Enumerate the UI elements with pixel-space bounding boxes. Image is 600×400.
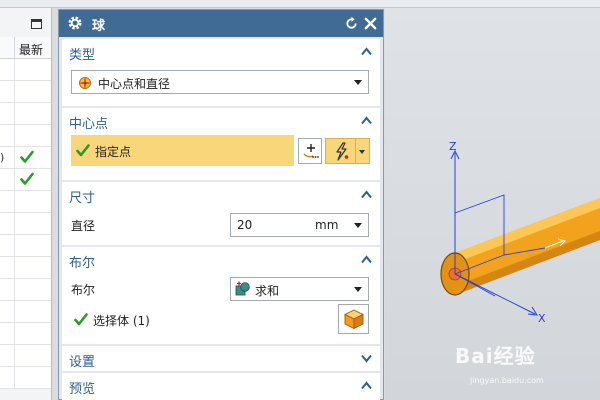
dialog-title: 球 xyxy=(92,19,106,34)
diameter-field[interactable]: 20 mm xyxy=(230,213,369,237)
boolean-section-title: 布尔 xyxy=(69,256,96,271)
type-dropdown[interactable]: 中心点和直径 xyxy=(71,70,369,94)
navigator-row[interactable] xyxy=(0,367,51,389)
baidu-watermark: Bai经验 xyxy=(455,340,536,369)
type-section-header[interactable]: 类型 xyxy=(62,39,380,65)
boolean-section: 布尔 布尔 求和 选择体 (1) xyxy=(62,247,380,344)
diameter-unit: mm xyxy=(315,218,339,232)
dialog-titlebar: 球 xyxy=(59,10,383,37)
boolean-dropdown-value: 求和 xyxy=(255,284,280,298)
diameter-value[interactable]: 20 xyxy=(237,218,252,232)
navigator-row[interactable] xyxy=(0,345,51,367)
navigator-row[interactable] xyxy=(0,323,51,345)
point-type-dropdown[interactable] xyxy=(356,138,370,164)
watermark-text: Bai经验 xyxy=(455,344,536,368)
specify-point-label: 指定点 xyxy=(95,145,132,159)
navigator-row[interactable] xyxy=(0,235,51,257)
navigator-row[interactable] xyxy=(0,213,51,235)
navigator-row[interactable] xyxy=(0,169,51,191)
up-to-date-check-icon xyxy=(20,150,34,163)
inferred-point-button[interactable] xyxy=(325,138,356,164)
diameter-label: 直径 xyxy=(71,219,96,233)
collapse-caret-icon[interactable] xyxy=(361,381,372,390)
size-section-header[interactable]: 尺寸 xyxy=(62,182,380,208)
center-section: 中心点 指定点 xyxy=(62,108,380,180)
navigator-row[interactable] xyxy=(0,301,51,323)
column-header-latest[interactable]: 最新 xyxy=(19,41,43,58)
navigator-row[interactable] xyxy=(0,103,51,125)
close-icon[interactable] xyxy=(363,16,378,31)
unite-icon xyxy=(235,281,250,296)
inferred-point-icon xyxy=(336,142,349,161)
part-navigator-panel: 最新 ) xyxy=(0,8,52,400)
collapse-caret-icon[interactable] xyxy=(361,47,372,56)
settings-section-title: 设置 xyxy=(69,355,96,370)
navigator-row[interactable] xyxy=(0,59,51,81)
navigator-row[interactable] xyxy=(0,81,51,103)
check-icon xyxy=(74,313,88,326)
top-toolbar-strip xyxy=(0,0,600,8)
select-body-button[interactable] xyxy=(338,304,369,334)
dropdown-arrow-icon xyxy=(354,80,362,85)
select-body-label[interactable]: 选择体 (1) xyxy=(93,312,150,329)
maximize-icon[interactable] xyxy=(31,19,42,29)
size-section: 尺寸 直径 20 mm xyxy=(62,182,380,245)
z-axis-label: Z xyxy=(449,140,457,153)
navigator-row[interactable] xyxy=(0,279,51,301)
center-point-type-icon xyxy=(79,77,91,89)
navigator-row[interactable] xyxy=(0,125,51,147)
expand-caret-icon[interactable] xyxy=(361,354,372,363)
x-axis-label: X xyxy=(538,312,546,325)
collapse-caret-icon[interactable] xyxy=(361,116,372,125)
sphere-dialog: 球 类型 中心点和直径 中心点 指定点 尺寸 直径 20 mm 布尔 布尔 求和… xyxy=(58,9,384,400)
navigator-row[interactable]: ) xyxy=(0,147,51,169)
navigator-titlebar xyxy=(0,8,51,37)
preview-section[interactable]: 预览 xyxy=(62,373,380,400)
collapse-caret-icon[interactable] xyxy=(361,255,372,264)
navigator-row[interactable] xyxy=(0,191,51,213)
dropdown-arrow-icon xyxy=(354,223,362,228)
navigator-row[interactable] xyxy=(0,257,51,279)
type-section-title: 类型 xyxy=(69,48,96,63)
center-section-title: 中心点 xyxy=(69,117,109,132)
type-section: 类型 中心点和直径 xyxy=(62,39,380,106)
reset-icon[interactable] xyxy=(344,16,359,31)
dropdown-arrow-icon xyxy=(359,150,365,154)
type-dropdown-value: 中心点和直径 xyxy=(98,77,171,91)
point-dialog-button[interactable] xyxy=(298,138,322,164)
dropdown-arrow-icon xyxy=(354,287,362,292)
boolean-section-header[interactable]: 布尔 xyxy=(62,247,380,273)
center-section-header[interactable]: 中心点 xyxy=(62,108,380,134)
navigator-column-header: 最新 xyxy=(0,37,51,59)
preview-section-title: 预览 xyxy=(69,382,96,397)
boolean-label: 布尔 xyxy=(71,283,96,297)
boolean-dropdown[interactable]: 求和 xyxy=(230,277,369,301)
point-dialog-icon xyxy=(303,144,319,158)
up-to-date-check-icon xyxy=(20,172,34,185)
collapse-caret-icon[interactable] xyxy=(361,190,372,199)
row-text: ) xyxy=(0,151,5,164)
watermark-subtext: jingyan.baidu.com xyxy=(470,376,544,385)
gear-icon xyxy=(68,16,82,30)
specify-point-row[interactable]: 指定点 xyxy=(71,135,294,166)
size-section-title: 尺寸 xyxy=(69,191,96,206)
dialog-body: 类型 中心点和直径 中心点 指定点 尺寸 直径 20 mm 布尔 布尔 求和 选… xyxy=(59,37,383,400)
settings-section[interactable]: 设置 xyxy=(62,346,380,371)
check-icon xyxy=(76,144,90,157)
solid-body-icon xyxy=(343,309,365,330)
